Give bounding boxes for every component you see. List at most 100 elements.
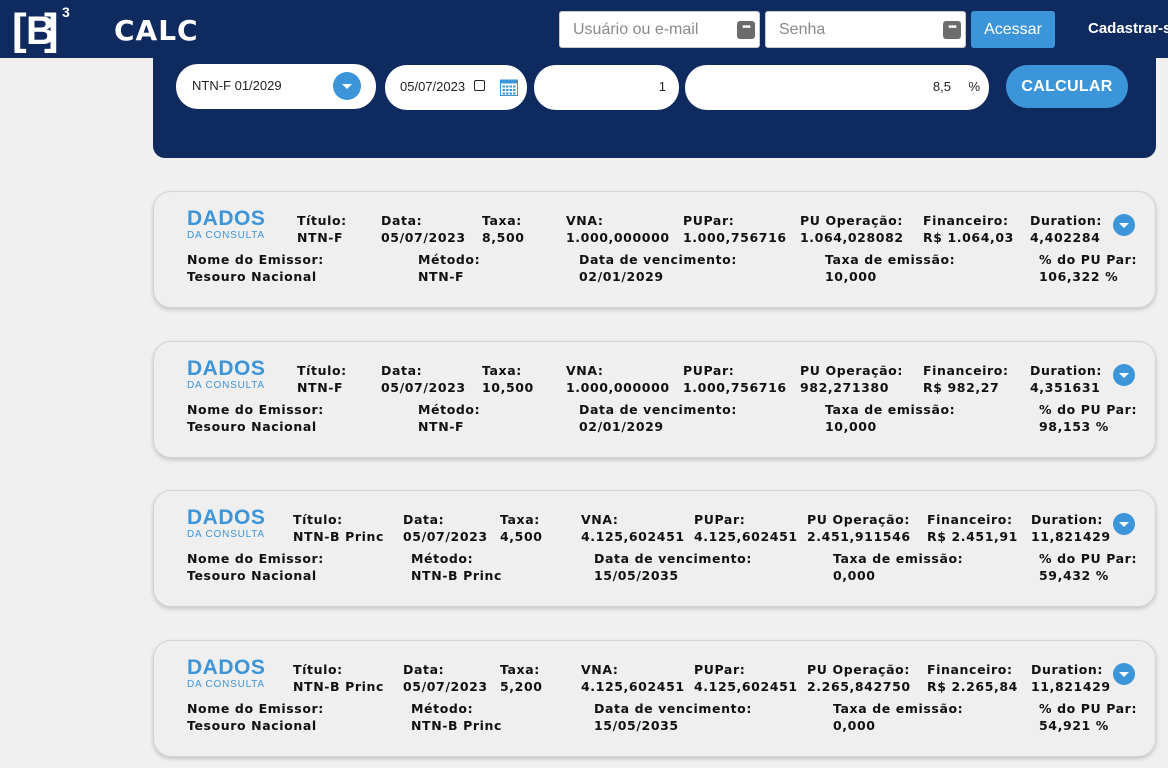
field-vna: VNA: 1.000,000000 [566, 362, 670, 396]
password-manager-icon[interactable]: ••• [737, 21, 755, 39]
password-input[interactable] [765, 11, 966, 48]
rate-input[interactable]: 8,5 % [685, 65, 989, 110]
calendar-icon[interactable] [500, 79, 518, 96]
field-value: 4.125,602451 [694, 529, 798, 544]
field-value: 11,821429 [1031, 679, 1111, 694]
field-value: 2.451,911546 [807, 529, 911, 544]
field-label: Financeiro: [927, 512, 1013, 527]
field-taxa: Taxa: 4,500 [500, 511, 543, 545]
login-button[interactable]: Acessar [971, 11, 1055, 48]
field-value: 10,000 [825, 269, 877, 284]
field-label: Data de vencimento: [579, 252, 737, 267]
field-vencimento: Data de vencimento: 02/01/2029 [579, 251, 737, 285]
field-vencimento: Data de vencimento: 15/05/2035 [594, 700, 752, 734]
field-value: 10,500 [482, 380, 534, 395]
field-financeiro: Financeiro: R$ 1.064,03 [923, 212, 1014, 246]
quantity-input[interactable]: 1 [534, 65, 679, 110]
field-value: 0,000 [833, 718, 876, 733]
field-pupar: PUPar: 4.125,602451 [694, 661, 798, 695]
field-pu-operacao: PU Operação: 982,271380 [800, 362, 903, 396]
field-pupar: PUPar: 1.000,756716 [683, 362, 787, 396]
field-label: Método: [418, 252, 481, 267]
field-metodo: Método: NTN-B Princ [411, 550, 502, 584]
field-value: NTN-B Princ [411, 718, 503, 733]
brand-subtitle: DA CONSULTA [187, 529, 265, 540]
field-value: NTN-F [418, 269, 465, 284]
field-label: Data: [381, 213, 423, 228]
field-titulo: Título: NTN-F [297, 362, 347, 396]
chevron-down-icon[interactable] [1113, 364, 1135, 386]
field-taxa-emissao: Taxa de emissão: 10,000 [825, 401, 955, 435]
field-financeiro: Financeiro: R$ 982,27 [923, 362, 1009, 396]
field-label: VNA: [581, 662, 619, 677]
username-input[interactable] [559, 11, 760, 48]
password-manager-icon[interactable]: ••• [943, 21, 961, 39]
field-value: 02/01/2029 [579, 419, 664, 434]
chevron-down-icon[interactable] [1113, 214, 1135, 236]
card-brand: DADOS DA CONSULTA [187, 507, 265, 541]
field-value: NTN-F [297, 380, 344, 395]
brand-title: DADOS [187, 506, 266, 529]
field-label: PU Operação: [800, 213, 903, 228]
date-picker-indicator-icon[interactable] [474, 80, 485, 91]
field-value: 1.000,000000 [566, 380, 670, 395]
field-label: Título: [297, 363, 347, 378]
field-value: 1.000,756716 [683, 230, 787, 245]
field-label: Nome do Emissor: [187, 551, 324, 566]
field-metodo: Método: NTN-F [418, 401, 480, 435]
titulo-select[interactable]: NTN-F 01/2029 [176, 64, 376, 109]
field-label: Taxa de emissão: [825, 402, 956, 417]
field-pu-operacao: PU Operação: 2.451,911546 [807, 511, 911, 545]
field-label: Taxa: [482, 363, 522, 378]
brand-title: DADOS [187, 207, 266, 230]
field-label: Título: [297, 213, 347, 228]
field-value: 2.265,842750 [807, 679, 911, 694]
field-value: 4.125,602451 [694, 679, 798, 694]
field-value: R$ 1.064,03 [923, 230, 1014, 245]
field-label: Data: [403, 662, 445, 677]
field-taxa-emissao: Taxa de emissão: 10,000 [825, 251, 955, 285]
field-emissor: Nome do Emissor: Tesouro Nacional [187, 700, 324, 734]
field-label: Data de vencimento: [594, 701, 752, 716]
field-label: Taxa: [500, 662, 540, 677]
card-brand: DADOS DA CONSULTA [187, 208, 265, 242]
field-label: Taxa de emissão: [833, 551, 964, 566]
register-link[interactable]: Cadastrar-s [1088, 20, 1168, 37]
field-label: VNA: [566, 363, 604, 378]
field-label: Nome do Emissor: [187, 252, 324, 267]
field-pct-pu-par: % do PU Par: 106,322 % [1039, 251, 1137, 285]
field-data: Data: 05/07/2023 [403, 511, 488, 545]
calculation-form: NTN-F 01/2029 05/07/2023 1 8,5 % CALCULA… [153, 58, 1156, 158]
field-data: Data: 05/07/2023 [381, 362, 466, 396]
field-titulo: Título: NTN-F [297, 212, 347, 246]
field-data: Data: 05/07/2023 [381, 212, 466, 246]
result-card: DADOS DA CONSULTA Título: NTN-F Data: 05… [153, 341, 1156, 458]
chevron-down-icon[interactable] [1113, 663, 1135, 685]
field-label: Método: [411, 701, 474, 716]
field-value: 1.000,756716 [683, 380, 787, 395]
field-value: Tesouro Nacional [187, 718, 317, 733]
field-label: Duration: [1030, 213, 1103, 228]
field-label: PU Operação: [807, 662, 910, 677]
b3-logo[interactable]: [ B ] 3 [12, 4, 72, 54]
field-label: PUPar: [694, 662, 746, 677]
date-input[interactable]: 05/07/2023 [385, 65, 527, 110]
result-card: DADOS DA CONSULTA Título: NTN-B Princ Da… [153, 640, 1156, 757]
field-value: 15/05/2035 [594, 718, 679, 733]
chevron-down-icon[interactable] [1113, 513, 1135, 535]
field-value: 05/07/2023 [403, 679, 488, 694]
field-value: Tesouro Nacional [187, 419, 317, 434]
field-pu-operacao: PU Operação: 1.064,028082 [800, 212, 904, 246]
field-value: 5,200 [500, 679, 543, 694]
field-emissor: Nome do Emissor: Tesouro Nacional [187, 550, 324, 584]
field-label: PUPar: [683, 213, 735, 228]
chevron-down-icon[interactable] [333, 72, 361, 100]
field-label: Título: [293, 662, 343, 677]
field-label: PU Operação: [807, 512, 910, 527]
logo-bracket-right: ] [44, 5, 59, 54]
field-label: Método: [411, 551, 474, 566]
field-vna: VNA: 1.000,000000 [566, 212, 670, 246]
result-card: DADOS DA CONSULTA Título: NTN-B Princ Da… [153, 490, 1156, 607]
calculate-button[interactable]: CALCULAR [1006, 65, 1128, 108]
field-label: Data: [381, 363, 423, 378]
